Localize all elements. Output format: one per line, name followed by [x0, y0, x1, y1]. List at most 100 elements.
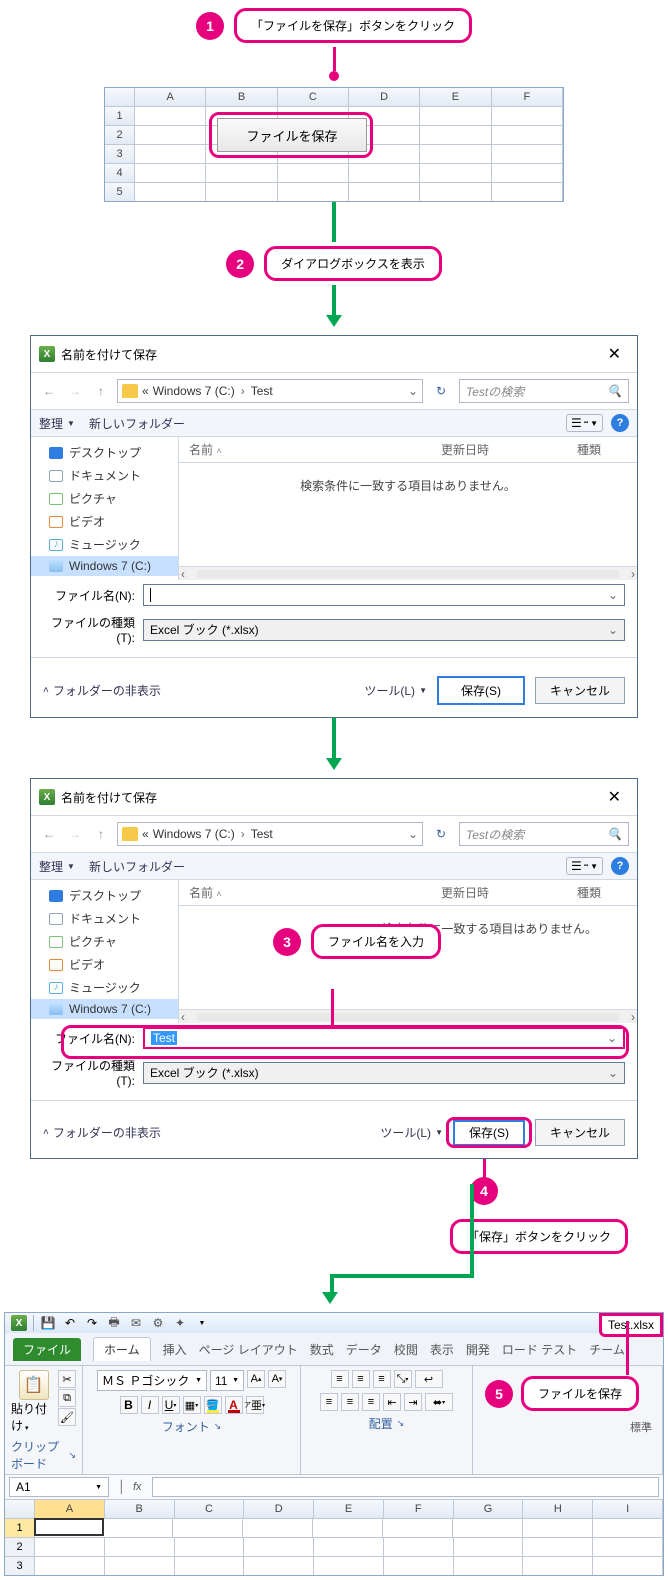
search-input[interactable]: Testの検索 🔍: [459, 822, 629, 846]
fx-icon[interactable]: fx: [127, 1481, 148, 1493]
italic-icon[interactable]: I: [141, 1396, 159, 1414]
cancel-button[interactable]: キャンセル: [535, 677, 625, 704]
copy-icon[interactable]: ⧉: [58, 1389, 76, 1407]
tree-documents[interactable]: ドキュメント: [31, 907, 178, 930]
nav-fwd-icon[interactable]: →: [65, 381, 85, 401]
font-color-icon[interactable]: A: [225, 1396, 243, 1414]
organize-menu[interactable]: 整理 ▼: [39, 858, 75, 875]
tools-menu[interactable]: ツール(L) ▼: [380, 1124, 443, 1141]
chevron-down-icon[interactable]: ⌄: [408, 827, 418, 841]
tab-loadtest[interactable]: ロード テスト: [502, 1341, 577, 1358]
print-icon[interactable]: 🖶: [106, 1315, 122, 1331]
chevron-down-icon[interactable]: ⌄: [408, 384, 418, 398]
font-size-selector[interactable]: 11▼: [210, 1370, 244, 1391]
new-folder-button[interactable]: 新しいフォルダー: [89, 858, 185, 875]
close-icon[interactable]: ✕: [600, 785, 629, 809]
name-box[interactable]: A1▼: [9, 1477, 109, 1497]
tree-drive-c[interactable]: Windows 7 (C:): [31, 556, 178, 576]
folder-tree[interactable]: デスクトップ ドキュメント ピクチャ ビデオ ♪ミュージック Windows 7…: [31, 880, 179, 1023]
refresh-icon[interactable]: ↻: [429, 822, 453, 846]
hide-folders-link[interactable]: ˄ フォルダーの非表示: [43, 682, 161, 699]
nav-back-icon[interactable]: ←: [39, 824, 59, 844]
close-icon[interactable]: ✕: [600, 342, 629, 366]
tab-file[interactable]: ファイル: [13, 1338, 81, 1361]
fill-color-icon[interactable]: 🪣: [204, 1396, 222, 1414]
formula-bar[interactable]: [152, 1477, 659, 1497]
breadcrumb[interactable]: « Windows 7 (C:) › Test ⌄: [117, 379, 423, 403]
filetype-combo[interactable]: Excel ブック (*.xlsx)⌄: [143, 1062, 625, 1084]
cut-icon[interactable]: ✂: [58, 1370, 76, 1388]
filename-input[interactable]: ⌄: [143, 584, 625, 606]
search-input[interactable]: Testの検索 🔍: [459, 379, 629, 403]
tree-videos[interactable]: ビデオ: [31, 953, 178, 976]
tab-home[interactable]: ホーム: [93, 1337, 151, 1361]
tree-music[interactable]: ♪ミュージック: [31, 976, 178, 999]
col-date[interactable]: 更新日時: [431, 880, 567, 905]
tab-review[interactable]: 校閲: [394, 1341, 418, 1358]
tab-pagelayout[interactable]: ページ レイアウト: [199, 1341, 298, 1358]
tab-view[interactable]: 表示: [430, 1341, 454, 1358]
phonetic-icon[interactable]: ア亜▾: [246, 1396, 264, 1414]
col-name[interactable]: 名前 ˄: [179, 437, 431, 462]
filetype-combo[interactable]: Excel ブック (*.xlsx)⌄: [143, 619, 625, 641]
scrollbar[interactable]: ‹›: [179, 566, 637, 580]
align-center-icon[interactable]: ≡: [341, 1393, 359, 1411]
save-icon[interactable]: 💾: [40, 1315, 56, 1331]
view-mode-button[interactable]: ☰▪▪ ▼: [566, 414, 603, 432]
mail-icon[interactable]: ✉: [128, 1315, 144, 1331]
nav-back-icon[interactable]: ←: [39, 381, 59, 401]
tree-pictures[interactable]: ピクチャ: [31, 930, 178, 953]
wrap-icon[interactable]: ↩: [415, 1370, 443, 1388]
orientation-icon[interactable]: ⤡▾: [394, 1370, 412, 1388]
nav-up-icon[interactable]: ↑: [91, 824, 111, 844]
tree-videos[interactable]: ビデオ: [31, 510, 178, 533]
tab-formula[interactable]: 数式: [310, 1341, 334, 1358]
redo-icon[interactable]: ↷: [84, 1315, 100, 1331]
align-right-icon[interactable]: ≡: [362, 1393, 380, 1411]
scrollbar[interactable]: ‹›: [179, 1009, 637, 1023]
col-type[interactable]: 種類: [567, 437, 637, 462]
nav-up-icon[interactable]: ↑: [91, 381, 111, 401]
tree-drive-c[interactable]: Windows 7 (C:): [31, 999, 178, 1019]
tree-music[interactable]: ♪ミュージック: [31, 533, 178, 556]
breadcrumb[interactable]: « Windows 7 (C:) › Test ⌄: [117, 822, 423, 846]
tree-desktop[interactable]: デスクトップ: [31, 884, 178, 907]
indent-inc-icon[interactable]: ⇥: [404, 1393, 422, 1411]
tab-dev[interactable]: 開発: [466, 1341, 490, 1358]
tree-pictures[interactable]: ピクチャ: [31, 487, 178, 510]
undo-icon[interactable]: ↶: [62, 1315, 78, 1331]
align-top-icon[interactable]: ≡: [331, 1370, 349, 1388]
underline-icon[interactable]: U▾: [162, 1396, 180, 1414]
new-folder-button[interactable]: 新しいフォルダー: [89, 415, 185, 432]
align-left-icon[interactable]: ≡: [320, 1393, 338, 1411]
dec-font-icon[interactable]: A▾: [268, 1370, 286, 1388]
view-mode-button[interactable]: ☰▪▪ ▼: [566, 857, 603, 875]
tree-desktop[interactable]: デスクトップ: [31, 441, 178, 464]
folder-tree[interactable]: デスクトップ ドキュメント ピクチャ ビデオ ♪ミュージック Windows 7…: [31, 437, 179, 580]
cell-a1[interactable]: [34, 1518, 104, 1536]
align-mid-icon[interactable]: ≡: [352, 1370, 370, 1388]
tab-data[interactable]: データ: [346, 1341, 382, 1358]
paste-label[interactable]: 貼り付け ▾: [11, 1400, 56, 1434]
border-icon[interactable]: ▦▾: [183, 1396, 201, 1414]
help-icon[interactable]: ?: [611, 414, 629, 432]
help-icon[interactable]: ?: [611, 857, 629, 875]
wizard-icon[interactable]: ✦: [172, 1315, 188, 1331]
font-selector[interactable]: ＭＳ Ｐゴシック▼: [97, 1370, 207, 1391]
tool-icon[interactable]: ⚙: [150, 1315, 166, 1331]
save-button[interactable]: 保存(S): [437, 676, 525, 705]
organize-menu[interactable]: 整理 ▼: [39, 415, 75, 432]
paste-icon[interactable]: 📋: [19, 1370, 49, 1400]
refresh-icon[interactable]: ↻: [429, 379, 453, 403]
align-bot-icon[interactable]: ≡: [373, 1370, 391, 1388]
indent-dec-icon[interactable]: ⇤: [383, 1393, 401, 1411]
col-date[interactable]: 更新日時: [431, 437, 567, 462]
tree-documents[interactable]: ドキュメント: [31, 464, 178, 487]
col-type[interactable]: 種類: [567, 880, 637, 905]
cancel-button[interactable]: キャンセル: [535, 1119, 625, 1146]
tab-team[interactable]: チーム: [589, 1341, 625, 1358]
col-name[interactable]: 名前 ˄: [179, 880, 431, 905]
style-normal-label[interactable]: 標準: [479, 1419, 656, 1435]
tools-menu[interactable]: ツール(L) ▼: [364, 682, 427, 699]
bold-icon[interactable]: B: [120, 1396, 138, 1414]
